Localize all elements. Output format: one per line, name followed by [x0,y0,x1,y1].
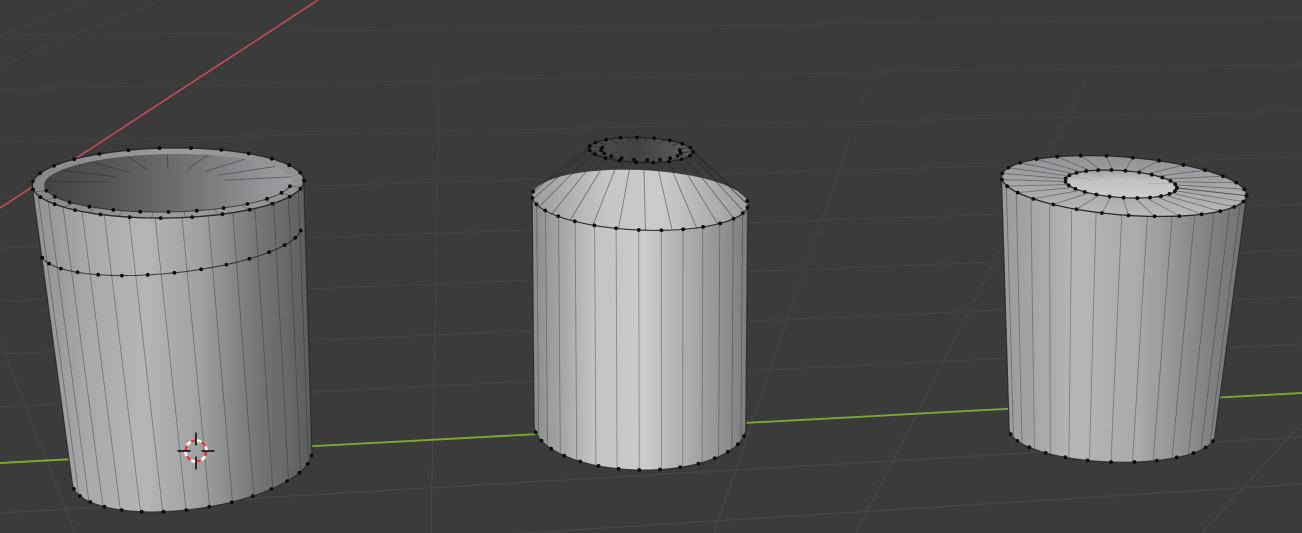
blender-3d-viewport[interactable] [0,0,1302,533]
scene-objects[interactable] [31,135,1249,514]
mesh-cylinder-cone-top[interactable] [530,135,750,472]
mesh-cylinder-open-top[interactable] [31,146,314,514]
viewport-canvas[interactable] [0,0,1302,533]
mesh-cylinder-hole-top[interactable] [1000,153,1249,464]
mesh-body [531,195,749,471]
mesh-body [1000,176,1248,463]
